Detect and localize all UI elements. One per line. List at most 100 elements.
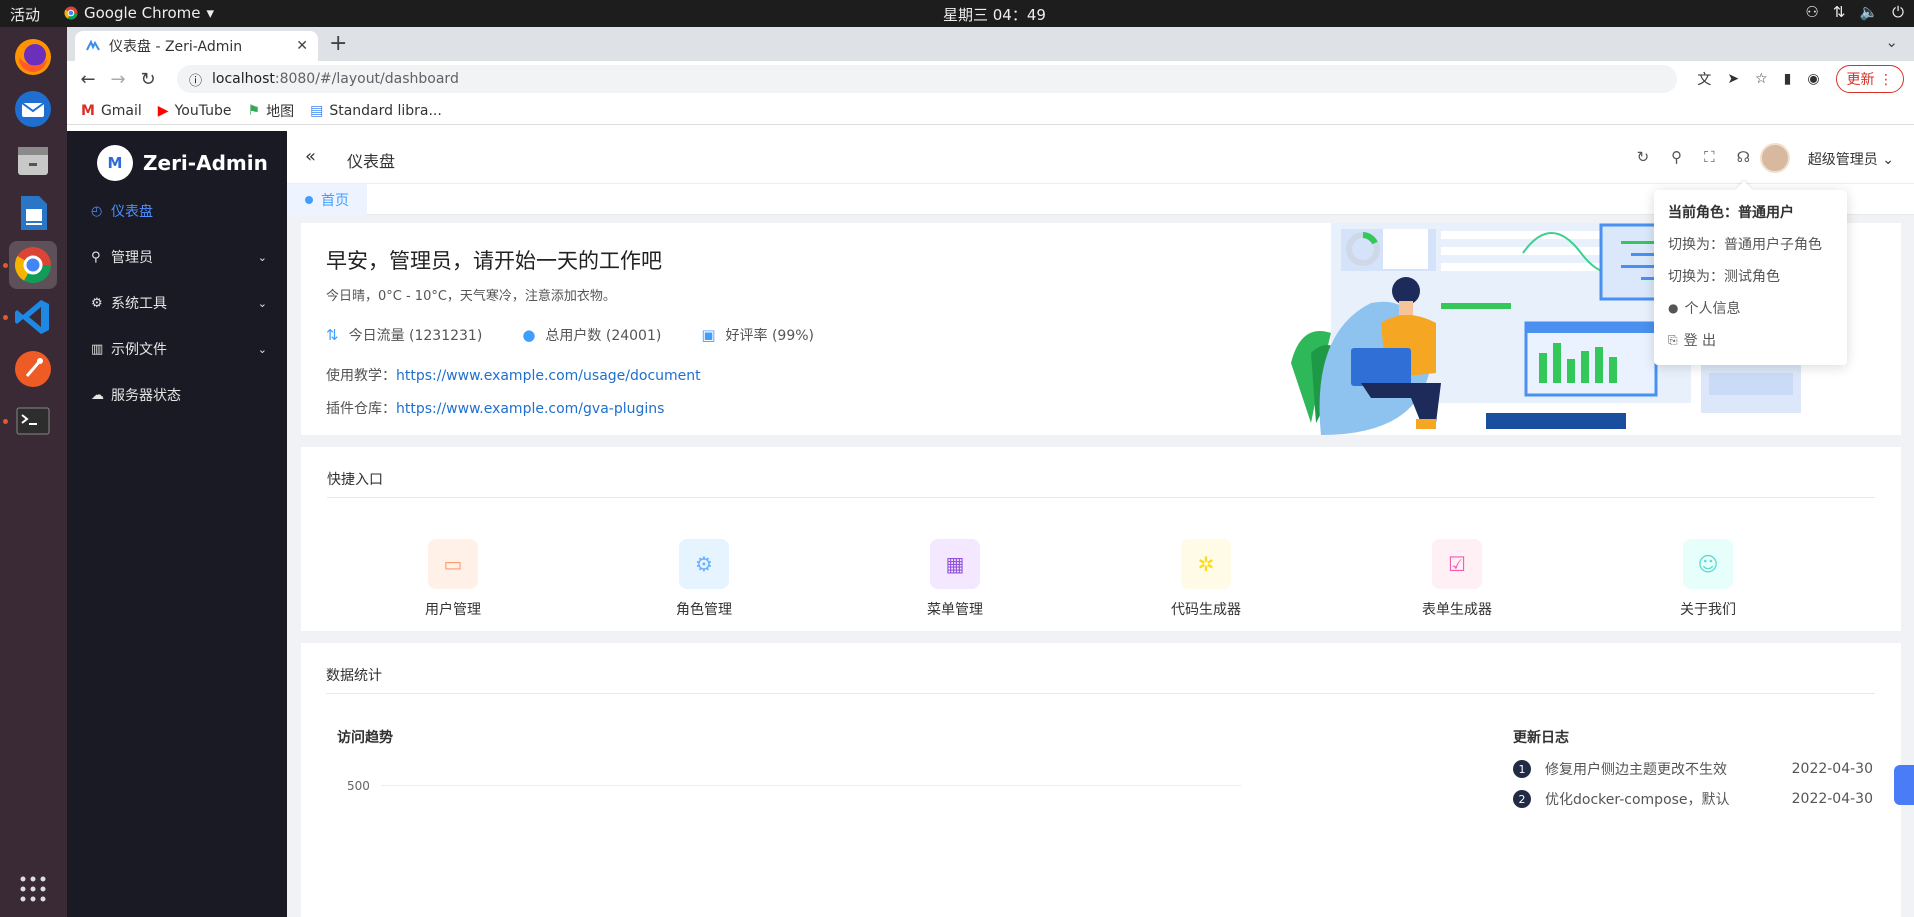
- logo[interactable]: M Zeri-Admin: [97, 145, 268, 181]
- update-log-title: 更新日志: [1513, 730, 1569, 746]
- side-panel-icon[interactable]: ▮: [1784, 71, 1792, 87]
- switch-role-sub-user[interactable]: 切换为：普通用户子角色: [1654, 228, 1847, 260]
- avatar[interactable]: [1760, 143, 1790, 173]
- sidebar-item-dashboard[interactable]: ◴ 仪表盘: [67, 193, 287, 229]
- log-text: 修复用户侧边主题更改不生效: [1545, 762, 1727, 778]
- writer-launcher[interactable]: [9, 189, 57, 237]
- refresh-icon[interactable]: ↻: [1637, 148, 1650, 166]
- chevron-down-icon: ⌄: [257, 342, 267, 356]
- address-bar[interactable]: ⓘ localhost:8080/#/layout/dashboard: [177, 65, 1677, 93]
- quick-item-form-generator[interactable]: ☑ 表单生成器: [1397, 539, 1517, 619]
- postman-launcher[interactable]: [9, 345, 57, 393]
- vscode-launcher[interactable]: [3, 293, 57, 341]
- power-icon: ⏻: [1892, 3, 1904, 21]
- user-menu-trigger[interactable]: 超级管理员 ⌄: [1808, 149, 1894, 169]
- bookmark-gmail[interactable]: M Gmail: [81, 103, 142, 119]
- quick-item-role-management[interactable]: ⚙ 角色管理: [644, 539, 764, 619]
- list-item[interactable]: 2 优化docker-compose，默认 2022-04-30: [1513, 789, 1873, 809]
- thunderbird-icon: [15, 91, 51, 127]
- profile-menu-item[interactable]: ● 个人信息: [1654, 292, 1847, 324]
- tab-dashboard[interactable]: 仪表盘 - Zeri-Admin ✕: [75, 31, 318, 61]
- accessibility-icon: ⚇: [1805, 3, 1819, 21]
- terminal-launcher[interactable]: [3, 397, 57, 445]
- url-host: localhost: [212, 71, 275, 87]
- volume-icon: 🔈: [1859, 3, 1879, 21]
- bookmark-maps[interactable]: ⚑ 地图: [248, 101, 295, 121]
- tutorial-link[interactable]: https://www.example.com/usage/document: [396, 368, 701, 384]
- url-path: :8080/#/layout/dashboard: [274, 71, 459, 87]
- search-icon[interactable]: ⚲: [1671, 148, 1682, 166]
- close-icon[interactable]: ✕: [296, 38, 308, 54]
- tag-label: 首页: [321, 192, 349, 209]
- update-button[interactable]: 更新 ⋮: [1835, 65, 1904, 93]
- headset-icon[interactable]: ☊: [1737, 148, 1750, 166]
- activities-button[interactable]: 活动: [10, 4, 40, 25]
- browser-toolbar: ← → ↻ ⓘ localhost:8080/#/layout/dashboar…: [67, 61, 1914, 97]
- translate-icon[interactable]: 文: [1697, 69, 1711, 89]
- quick-item-label: 菜单管理: [927, 602, 983, 618]
- quick-item-label: 代码生成器: [1171, 602, 1241, 618]
- firefox-icon: [15, 39, 51, 75]
- files-launcher[interactable]: [9, 137, 57, 185]
- logo-mark: M: [97, 145, 133, 181]
- forward-icon[interactable]: →: [103, 69, 133, 90]
- app-menu[interactable]: Google Chrome ▾: [64, 4, 214, 22]
- new-tab-button[interactable]: +: [329, 31, 347, 56]
- username: 超级管理员: [1807, 152, 1878, 168]
- logout-label: 登 出: [1683, 333, 1717, 349]
- show-apps-button[interactable]: [9, 865, 57, 913]
- quick-item-about-us[interactable]: ☺ 关于我们: [1648, 539, 1768, 619]
- bookmark-label: Gmail: [100, 102, 142, 119]
- thunderbird-launcher[interactable]: [9, 85, 57, 133]
- bookmark-star-icon[interactable]: ☆: [1755, 71, 1768, 87]
- running-indicator: [3, 315, 8, 320]
- tab-search-icon[interactable]: ⌄: [1885, 33, 1898, 51]
- system-tray[interactable]: ⚇ ⇅ 🔈 ⏻: [1805, 3, 1904, 21]
- data-stats-title: 数据统计: [326, 668, 382, 684]
- list-item[interactable]: 1 修复用户侧边主题更改不生效 2022-04-30: [1513, 759, 1873, 779]
- plugin-label: 插件仓库：: [326, 401, 396, 417]
- log-number: 1: [1513, 760, 1531, 778]
- firefox-launcher[interactable]: [9, 33, 57, 81]
- reload-icon[interactable]: ↻: [133, 69, 163, 90]
- plugin-link[interactable]: https://www.example.com/gva-plugins: [396, 401, 664, 417]
- youtube-icon: ▶: [157, 102, 169, 119]
- quick-item-label: 表单生成器: [1422, 602, 1492, 618]
- gear-icon: ⚙: [91, 295, 103, 311]
- chrome-launcher[interactable]: [3, 241, 57, 289]
- files-icon: ▥: [91, 341, 104, 357]
- send-icon[interactable]: ➤: [1727, 71, 1739, 87]
- switch-role-test[interactable]: 切换为：测试角色: [1654, 260, 1847, 292]
- clock[interactable]: 星期三 04：49: [943, 4, 1046, 25]
- back-icon[interactable]: ←: [73, 69, 103, 90]
- grid-icon: ▦: [930, 539, 980, 589]
- bookmark-standard-library[interactable]: ▤ Standard libra...: [310, 103, 442, 119]
- tag-home[interactable]: 首页: [287, 184, 367, 215]
- stats-row: ⇅ 今日流量 (1231231) ● 总用户数 (24001) ▣ 好评率 (99%): [326, 325, 814, 345]
- profile-icon[interactable]: ◉: [1807, 71, 1819, 87]
- sidebar-item-example-files[interactable]: ▥ 示例文件 ⌄: [67, 331, 287, 367]
- divider: [326, 693, 1875, 694]
- sidebar-item-label: 服务器状态: [111, 388, 181, 404]
- stat-traffic: ⇅ 今日流量 (1231231): [326, 325, 482, 345]
- collapse-sidebar-icon[interactable]: «: [305, 146, 316, 167]
- sidebar-item-server-status[interactable]: ☁ 服务器状态: [67, 377, 287, 413]
- quick-item-menu-management[interactable]: ▦ 菜单管理: [895, 539, 1015, 619]
- bookmark-label: YouTube: [174, 102, 232, 119]
- chevron-down-icon: ▾: [206, 4, 215, 22]
- site-info-icon[interactable]: ⓘ: [189, 70, 202, 89]
- quick-item-code-generator[interactable]: ✲ 代码生成器: [1146, 539, 1266, 619]
- system-top-bar: 活动 Google Chrome ▾ 星期三 04：49 ⚇ ⇅ 🔈 ⏻: [0, 0, 1914, 27]
- logout-menu-item[interactable]: ⎘ 登 出: [1654, 324, 1847, 356]
- sidebar-item-system-tools[interactable]: ⚙ 系统工具 ⌄: [67, 285, 287, 321]
- quick-item-user-management[interactable]: ▭ 用户管理: [393, 539, 513, 619]
- settings-drawer-tab[interactable]: [1894, 765, 1914, 805]
- user-icon: ☺: [1683, 539, 1733, 589]
- quick-item-label: 用户管理: [425, 602, 481, 618]
- chart-title: 访问趋势: [337, 730, 393, 746]
- maps-icon: ⚑: [247, 102, 261, 119]
- current-role: 当前角色：普通用户: [1668, 205, 1794, 221]
- bookmark-youtube[interactable]: ▶ YouTube: [158, 103, 232, 119]
- fullscreen-icon[interactable]: ⛶: [1704, 148, 1715, 166]
- sidebar-item-admin[interactable]: ⚲ 管理员 ⌄: [67, 239, 287, 275]
